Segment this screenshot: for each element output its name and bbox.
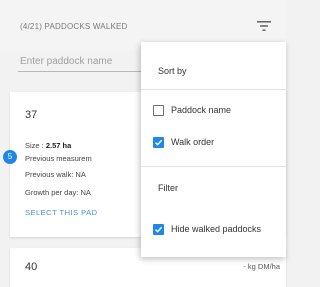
menu-divider: [141, 89, 286, 90]
checkbox-checked-icon[interactable]: [153, 137, 164, 148]
previous-measurement: Previous measurem: [25, 154, 92, 163]
sort-option-paddock-name[interactable]: Paddock name: [141, 101, 286, 121]
previous-walk: Previous walk: NA: [25, 170, 86, 179]
growth-per-day: Growth per day: NA: [25, 188, 91, 197]
paddock-number: 37: [25, 109, 38, 121]
sort-filter-menu: Sort by Paddock name Walk order Filter H…: [141, 42, 286, 257]
checkbox-unchecked-icon[interactable]: [153, 105, 164, 116]
size-value: 2.57 ha: [45, 141, 72, 150]
filter-option-hide-walked[interactable]: Hide walked paddocks: [141, 220, 286, 240]
sort-by-heading: Sort by: [158, 66, 187, 76]
filter-lines-icon[interactable]: [257, 20, 271, 32]
paddock-number: 40: [25, 261, 38, 273]
select-paddock-button[interactable]: SELECT THIS PAD: [25, 208, 98, 217]
paddocks-walked-title: (4/21) PADDOCKS WALKED: [20, 22, 128, 31]
walk-order-badge: 5: [3, 150, 17, 164]
checkbox-checked-icon[interactable]: [153, 224, 164, 235]
filter-heading: Filter: [158, 183, 178, 193]
size-label: Size :: [25, 141, 46, 150]
sort-option-label: Walk order: [171, 137, 215, 147]
paddock-size: Size : 2.57 ha: [25, 141, 71, 150]
paddock-cover-value: - kg DM/ha: [243, 262, 280, 271]
sort-option-label: Paddock name: [171, 105, 232, 115]
sort-option-walk-order[interactable]: Walk order: [141, 133, 286, 153]
filter-option-label: Hide walked paddocks: [171, 224, 262, 234]
menu-divider: [141, 166, 286, 167]
